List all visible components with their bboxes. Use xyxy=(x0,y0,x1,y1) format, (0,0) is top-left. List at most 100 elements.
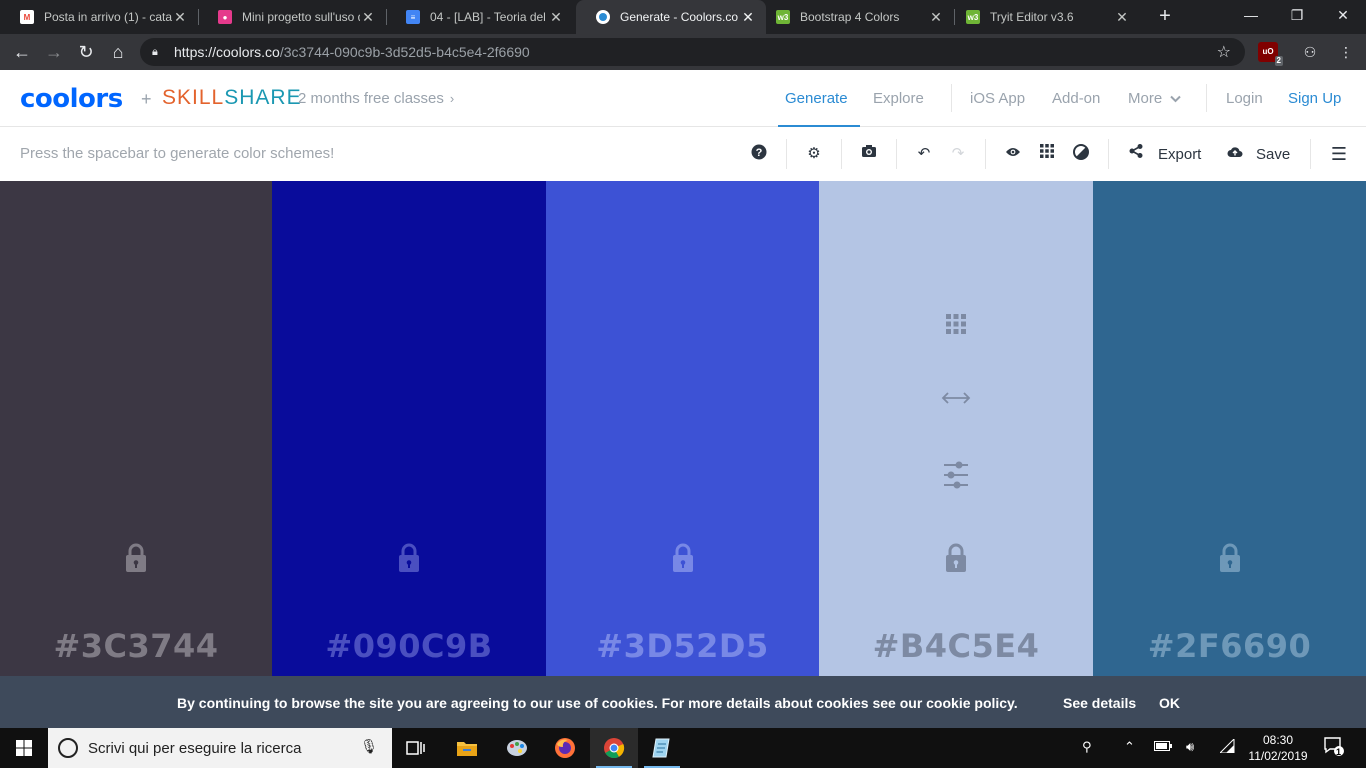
wifi-icon[interactable] xyxy=(1218,737,1236,756)
nav-explore[interactable]: Explore xyxy=(873,90,924,107)
close-icon[interactable]: ✕ xyxy=(548,9,564,26)
color-swatch[interactable]: #2F6690 xyxy=(1093,181,1366,676)
contrast-icon[interactable] xyxy=(1070,144,1092,164)
undo-icon[interactable]: ↶ xyxy=(913,144,935,164)
windows-logo-icon xyxy=(16,740,32,756)
adjust-sliders-icon[interactable] xyxy=(943,461,969,489)
coolors-logo[interactable]: coolors xyxy=(20,84,123,114)
lock-icon[interactable] xyxy=(945,543,967,573)
paint-icon[interactable] xyxy=(493,728,541,768)
windows-taskbar: Scrivi qui per eseguire la ricerca 🎙︎ ⚲ … xyxy=(0,728,1366,768)
settings-icon[interactable]: ⚙ xyxy=(803,144,825,164)
lock-icon[interactable] xyxy=(398,543,420,573)
close-icon[interactable]: ✕ xyxy=(360,9,376,26)
view-eye-icon[interactable] xyxy=(1002,144,1024,164)
restore-button[interactable]: ❐ xyxy=(1274,0,1320,30)
url-path: /3c3744-090c9b-3d52d5-b4c5e4-2f6690 xyxy=(279,44,530,60)
tab-title: Tryit Editor v3.6 xyxy=(990,10,1074,24)
new-tab-button[interactable]: + xyxy=(1154,5,1176,27)
reload-button[interactable]: ↻ xyxy=(74,40,98,64)
nav-login[interactable]: Login xyxy=(1226,90,1263,107)
camera-icon[interactable] xyxy=(858,144,880,164)
generator-toolbar: Press the spacebar to generate color sch… xyxy=(0,127,1366,181)
lock-icon[interactable] xyxy=(672,543,694,573)
firefox-icon[interactable] xyxy=(541,728,589,768)
chrome-menu-icon[interactable]: ⋮ xyxy=(1336,42,1356,62)
nav-more[interactable]: More xyxy=(1128,90,1182,107)
tab-coolors[interactable]: Generate - Coolors.co ✕ xyxy=(576,0,766,34)
skillshare-logo[interactable]: SKILLSHARE xyxy=(162,86,302,110)
chrome-icon[interactable] xyxy=(590,728,638,768)
plus-sign: + xyxy=(141,89,152,109)
chevron-up-icon[interactable]: ⌃ xyxy=(1124,739,1135,755)
taskbar-search-box[interactable]: Scrivi qui per eseguire la ricerca 🎙︎ xyxy=(48,728,392,768)
task-view-icon[interactable] xyxy=(392,728,440,768)
help-icon[interactable]: ? xyxy=(748,144,770,164)
tab-gmail[interactable]: M Posta in arrivo (1) - cata ✕ xyxy=(0,0,198,34)
hex-code[interactable]: #3C3744 xyxy=(0,627,272,665)
close-icon[interactable]: ✕ xyxy=(172,9,188,26)
export-button[interactable]: Export xyxy=(1158,146,1201,163)
browser-tab-strip: M Posta in arrivo (1) - cata ✕ ● Mini pr… xyxy=(0,0,1366,34)
promo-link[interactable]: 2 months free classes › xyxy=(298,90,454,107)
promo-text: 2 months free classes xyxy=(298,90,444,107)
color-swatch[interactable]: #3C3744 xyxy=(0,181,272,676)
file-explorer-icon[interactable] xyxy=(443,728,491,768)
tab-classroom[interactable]: ● Mini progetto sull'uso d ✕ xyxy=(198,0,386,34)
microphone-icon[interactable]: 🎙︎ xyxy=(360,738,378,755)
start-button[interactable] xyxy=(0,728,48,768)
back-button[interactable]: ← xyxy=(10,40,34,64)
tab-bootstrap-colors[interactable]: w3 Bootstrap 4 Colors ✕ xyxy=(756,0,954,34)
tab-title: 04 - [LAB] - Teoria del c xyxy=(430,10,548,24)
lock-icon[interactable] xyxy=(1219,543,1241,573)
color-swatch[interactable]: #090C9B xyxy=(272,181,546,676)
address-bar[interactable]: 🔒︎ https://coolors.co/3c3744-090c9b-3d52… xyxy=(140,38,1245,66)
color-swatch[interactable]: #3D52D5 xyxy=(546,181,819,676)
nav-ios-app[interactable]: iOS App xyxy=(970,90,1025,107)
close-icon[interactable]: ✕ xyxy=(1114,9,1130,26)
forward-button[interactable]: → xyxy=(42,40,66,64)
grid-view-icon[interactable] xyxy=(1036,144,1058,164)
browser-toolbar: ← → ↻ ⌂ 🔒︎ https://coolors.co/3c3744-090… xyxy=(0,34,1366,70)
nav-generate[interactable]: Generate xyxy=(785,90,848,107)
lock-icon[interactable] xyxy=(125,543,147,573)
save-button[interactable]: Save xyxy=(1256,146,1290,163)
share-icon[interactable] xyxy=(1125,144,1147,164)
hex-code[interactable]: #090C9B xyxy=(272,627,546,665)
gmail-icon: M xyxy=(20,10,34,24)
ublock-label: uO xyxy=(1262,47,1274,56)
cloud-upload-icon[interactable] xyxy=(1224,144,1246,164)
extension-icon[interactable]: ⚇ xyxy=(1300,42,1320,62)
cortana-icon xyxy=(58,738,78,758)
volume-icon[interactable]: 🔊︎ xyxy=(1186,739,1194,755)
taskbar-clock[interactable]: 08:30 11/02/2019 xyxy=(1248,732,1308,764)
tab-title: Posta in arrivo (1) - cata xyxy=(44,10,172,24)
color-palette: #3C3744 #090C9B #3D52D5 #B4C5E4 #2F6690 xyxy=(0,181,1366,676)
tab-docs[interactable]: ≡ 04 - [LAB] - Teoria del c ✕ xyxy=(386,0,574,34)
bookmark-star-icon[interactable]: ☆ xyxy=(1217,42,1231,62)
shades-grid-icon[interactable] xyxy=(945,313,967,335)
nav-sign-up[interactable]: Sign Up xyxy=(1288,90,1341,107)
close-window-button[interactable]: ✕ xyxy=(1320,0,1366,30)
people-icon[interactable]: ⚲ xyxy=(1082,739,1092,755)
ok-button[interactable]: OK xyxy=(1159,695,1180,711)
nav-add-on[interactable]: Add-on xyxy=(1052,90,1100,107)
home-button[interactable]: ⌂ xyxy=(106,40,130,64)
notepad-app-icon[interactable] xyxy=(638,728,686,768)
redo-icon[interactable]: ↷ xyxy=(947,144,969,164)
action-center-icon[interactable]: 1 xyxy=(1324,736,1344,759)
see-details-link[interactable]: See details xyxy=(1063,695,1136,711)
close-icon[interactable]: ✕ xyxy=(740,9,756,26)
clock-time: 08:30 xyxy=(1262,733,1294,747)
minimize-button[interactable]: — xyxy=(1228,0,1274,30)
drag-arrows-icon[interactable] xyxy=(941,391,971,405)
ublock-extension-icon[interactable]: uO 2 xyxy=(1258,42,1283,66)
tab-tryit-editor[interactable]: w3 Tryit Editor v3.6 ✕ xyxy=(946,0,1140,34)
battery-icon[interactable] xyxy=(1154,739,1172,754)
hex-code[interactable]: #2F6690 xyxy=(1093,627,1366,665)
color-swatch[interactable]: #B4C5E4 xyxy=(819,181,1093,676)
hex-code[interactable]: #3D52D5 xyxy=(546,627,819,665)
hex-code[interactable]: #B4C5E4 xyxy=(819,627,1093,665)
hamburger-menu-icon[interactable]: ☰ xyxy=(1328,144,1350,164)
close-icon[interactable]: ✕ xyxy=(928,9,944,26)
